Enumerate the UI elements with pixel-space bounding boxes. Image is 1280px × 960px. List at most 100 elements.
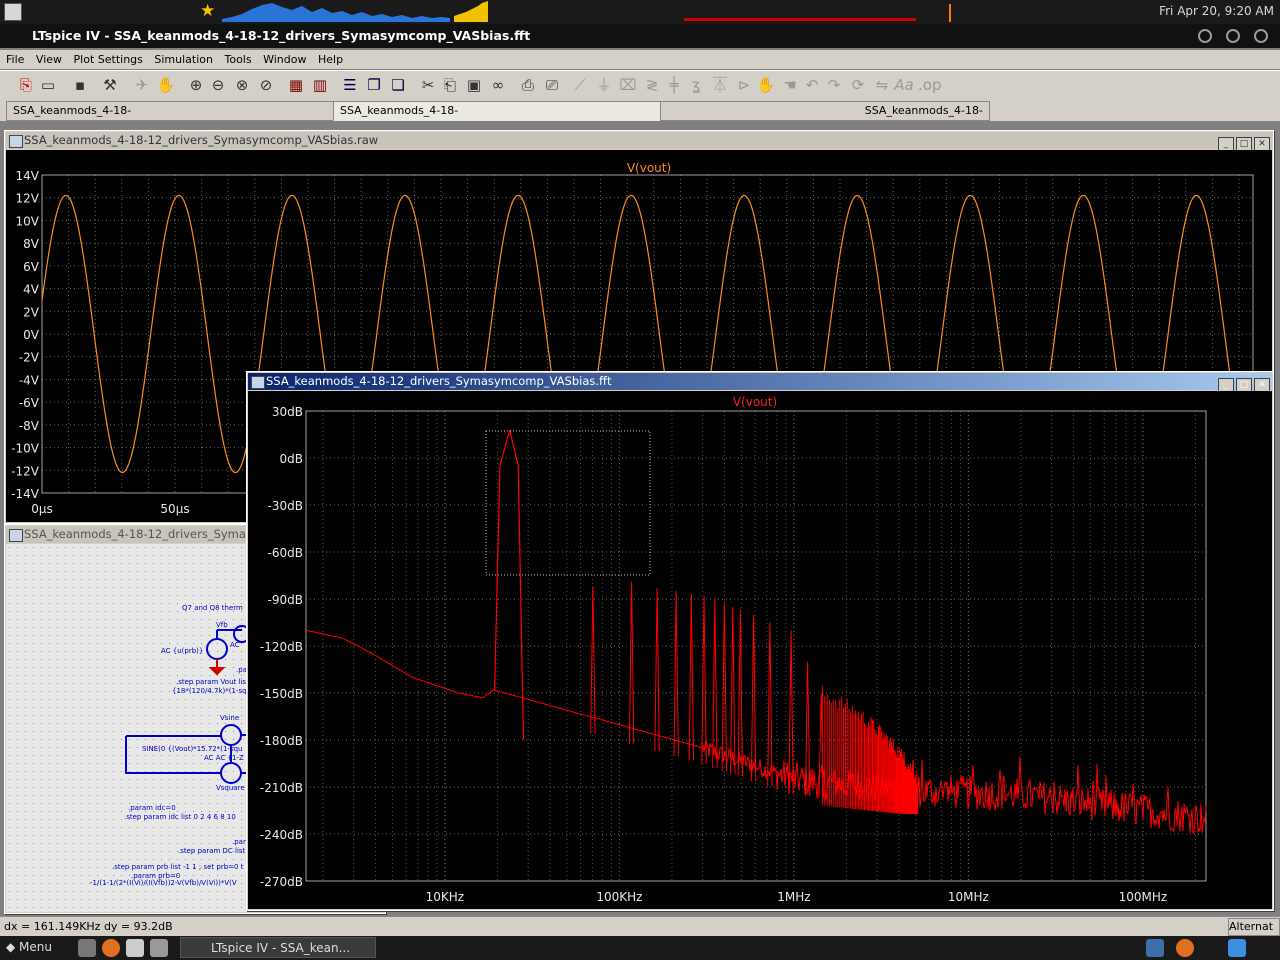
spice-directive-icon[interactable]: .op [918, 75, 941, 95]
zoom-fit-icon[interactable]: ⊗ [232, 75, 252, 95]
schem-text-step-vout2[interactable]: {18*(120/4.7k)*(1-squ [172, 687, 251, 695]
tab-asc[interactable]: SSA_keanmods_4-18-12_drivers_Symasymcomp… [6, 101, 336, 135]
menu-file[interactable]: File [6, 50, 24, 69]
new-schematic-icon[interactable]: ⎘ [16, 75, 36, 95]
cut-icon[interactable]: ✂ [418, 75, 438, 95]
component-icon[interactable]: ⊳ [734, 75, 754, 95]
schem-text-ac-prb[interactable]: AC {u(prb)} [161, 647, 203, 655]
minimize-app-icon[interactable] [1198, 29, 1212, 43]
resistor-icon[interactable]: ≷ [642, 75, 662, 95]
tile-vertical-icon[interactable]: ☰ [340, 75, 360, 95]
fft-trace-label[interactable]: V(vout) [733, 395, 777, 409]
raw-trace-label[interactable]: V(vout) [627, 161, 671, 175]
schem-text-formula[interactable]: -1/(1-1/(2*(I(Vi)/(I(Vfb))2-V(Vfb)/V(Vi)… [90, 879, 237, 887]
inductor-icon[interactable]: ʓ [686, 75, 706, 95]
schem-text-step-dc[interactable]: .step param DC list [178, 847, 246, 855]
menu-window[interactable]: Window [263, 50, 306, 69]
os-taskbar: ◆ Menu LT LTspice IV - SSA_kean... [0, 936, 1280, 960]
undo-icon[interactable]: ↶ [802, 75, 822, 95]
text-icon[interactable]: Aa [894, 75, 914, 95]
menu-simulation[interactable]: Simulation [154, 50, 213, 69]
zoom-out-icon[interactable]: ⊖ [208, 75, 228, 95]
print-icon[interactable]: ⎙ [518, 75, 538, 95]
mirror-icon[interactable]: ⇋ [872, 75, 892, 95]
find-icon[interactable]: ∞ [488, 75, 508, 95]
fft-y-tick: -180dB [260, 734, 303, 748]
raw-y-tick: -10V [11, 442, 40, 456]
close-app-icon[interactable] [1254, 29, 1268, 43]
os-top-panel: ★ Fri Apr 20, 9:20 AM [0, 0, 1280, 24]
menu-tools[interactable]: Tools [224, 50, 251, 69]
maximize-app-icon[interactable] [1226, 29, 1240, 43]
fft-y-tick: -210dB [260, 781, 303, 795]
raw-window-title-bar[interactable]: SSA_keanmods_4-18-12_drivers_Symasymcomp… [6, 132, 1272, 152]
halt-icon[interactable]: ✋ [156, 75, 176, 95]
ground-icon[interactable]: ⏚ [594, 75, 614, 95]
fft-window-title-bar[interactable]: SSA_keanmods_4-18-12_drivers_Symasymcomp… [248, 373, 1272, 393]
favorites-star-icon[interactable]: ★ [200, 1, 215, 21]
tab-fft[interactable]: SSA_keanmods_4-18-12_drivers_Symasymcomp… [333, 101, 663, 135]
waveform-window-icon [9, 135, 23, 148]
fft-x-tick: 1MHz [777, 890, 810, 904]
menu-help[interactable]: Help [318, 50, 343, 69]
menu-plot-settings[interactable]: Plot Settings [74, 50, 143, 69]
document-tabs: SSA_keanmods_4-18-12_drivers_Symasymcomp… [0, 99, 1280, 135]
clock[interactable]: Fri Apr 20, 9:20 AM [1159, 4, 1274, 18]
menu-view[interactable]: View [36, 50, 62, 69]
tile-horizontal-icon[interactable]: ❐ [364, 75, 384, 95]
schem-text-sine[interactable]: SINE(0 {(Vout)*15.72*(1-squ [142, 745, 242, 753]
start-menu-button[interactable]: ◆ Menu [6, 940, 52, 954]
drag-icon[interactable]: ☚ [780, 75, 800, 95]
taskbar-ltspice-task[interactable]: LTspice IV - SSA_kean... [180, 937, 376, 958]
label-icon[interactable]: ⌧ [618, 75, 638, 95]
settings-gear-icon[interactable] [78, 939, 96, 957]
schem-text-step-prb[interactable]: .step param prb list -1 1 ; set prb=0 t [112, 863, 244, 871]
save-icon[interactable]: ▪ [70, 75, 90, 95]
raw-y-tick: -14V [11, 487, 40, 501]
schem-text-ac1z[interactable]: AC AC {1-Z [204, 754, 244, 762]
firefox-icon[interactable] [102, 939, 120, 957]
move-icon[interactable]: ✋ [756, 75, 776, 95]
zoom-extents-icon[interactable]: ⊘ [256, 75, 276, 95]
schem-text-par2[interactable]: .par [232, 838, 246, 846]
cascade-icon[interactable]: ❏ [388, 75, 408, 95]
capacitor-icon[interactable]: ╪ [664, 75, 684, 95]
app-title: LTspice IV - SSA_keanmods_4-18-12_driver… [32, 28, 531, 43]
mark-icon[interactable]: ▥ [310, 75, 330, 95]
schem-text-param-idc[interactable]: .param idc=0 [128, 804, 176, 812]
raw-y-tick: -12V [11, 464, 40, 478]
app-title-bar: LTspice IV - SSA_keanmods_4-18-12_driver… [0, 24, 1280, 48]
control-panel-icon[interactable]: ⚒ [100, 75, 120, 95]
fft-y-tick: 30dB [272, 405, 303, 419]
text-editor-icon[interactable] [126, 939, 144, 957]
schem-text-step-vout[interactable]: .step param Vout list [176, 678, 249, 686]
memory-monitor-bar [684, 18, 916, 21]
zoom-in-icon[interactable]: ⊕ [186, 75, 206, 95]
autorange-icon[interactable]: ▦ [286, 75, 306, 95]
run-icon[interactable]: ✈ [132, 75, 152, 95]
copy-icon[interactable]: ⎗ [440, 75, 460, 95]
raw-y-tick: 6V [23, 260, 40, 274]
schem-text-vfb[interactable]: Vfb [216, 621, 228, 629]
fft-plot-area[interactable]: V(vout) 30dB 0dB -30dB -60dB -90dB -120dB -150… [248, 391, 1272, 909]
fft-y-tick: -150dB [260, 687, 303, 701]
rotate-icon[interactable]: ⟳ [848, 75, 868, 95]
schem-text-vsquare[interactable]: Vsquare [216, 784, 245, 792]
diode-icon[interactable]: ⏄ [710, 75, 730, 95]
apps-launcher-icon[interactable] [4, 3, 22, 21]
schem-text-thermal[interactable]: Q7 and Q8 therm [182, 604, 243, 612]
calculator-icon[interactable] [150, 939, 168, 957]
firefox-tray-icon[interactable] [1176, 939, 1194, 957]
open-icon[interactable]: ▭ [38, 75, 58, 95]
ltspice-tray-icon[interactable] [1228, 939, 1246, 957]
tab-raw[interactable]: SSA_keanmods_4-18-12_drivers_Symasymcomp… [660, 101, 990, 135]
print-preview-icon[interactable]: ⎚ [542, 75, 562, 95]
status-bar: dx = 161.149KHz dy = 93.2dB Alternat [0, 916, 1280, 937]
schem-text-step-idc[interactable]: .step param idc list 0 2 4 6 8 10 [124, 813, 236, 821]
wire-icon[interactable]: ⟋ [570, 75, 590, 95]
schem-text-vsine[interactable]: Vsine [220, 714, 239, 722]
redo-icon[interactable]: ↷ [824, 75, 844, 95]
files-tray-icon[interactable] [1146, 939, 1164, 957]
schem-text-ac[interactable]: AC [230, 641, 240, 649]
paste-icon[interactable]: ▣ [464, 75, 484, 95]
